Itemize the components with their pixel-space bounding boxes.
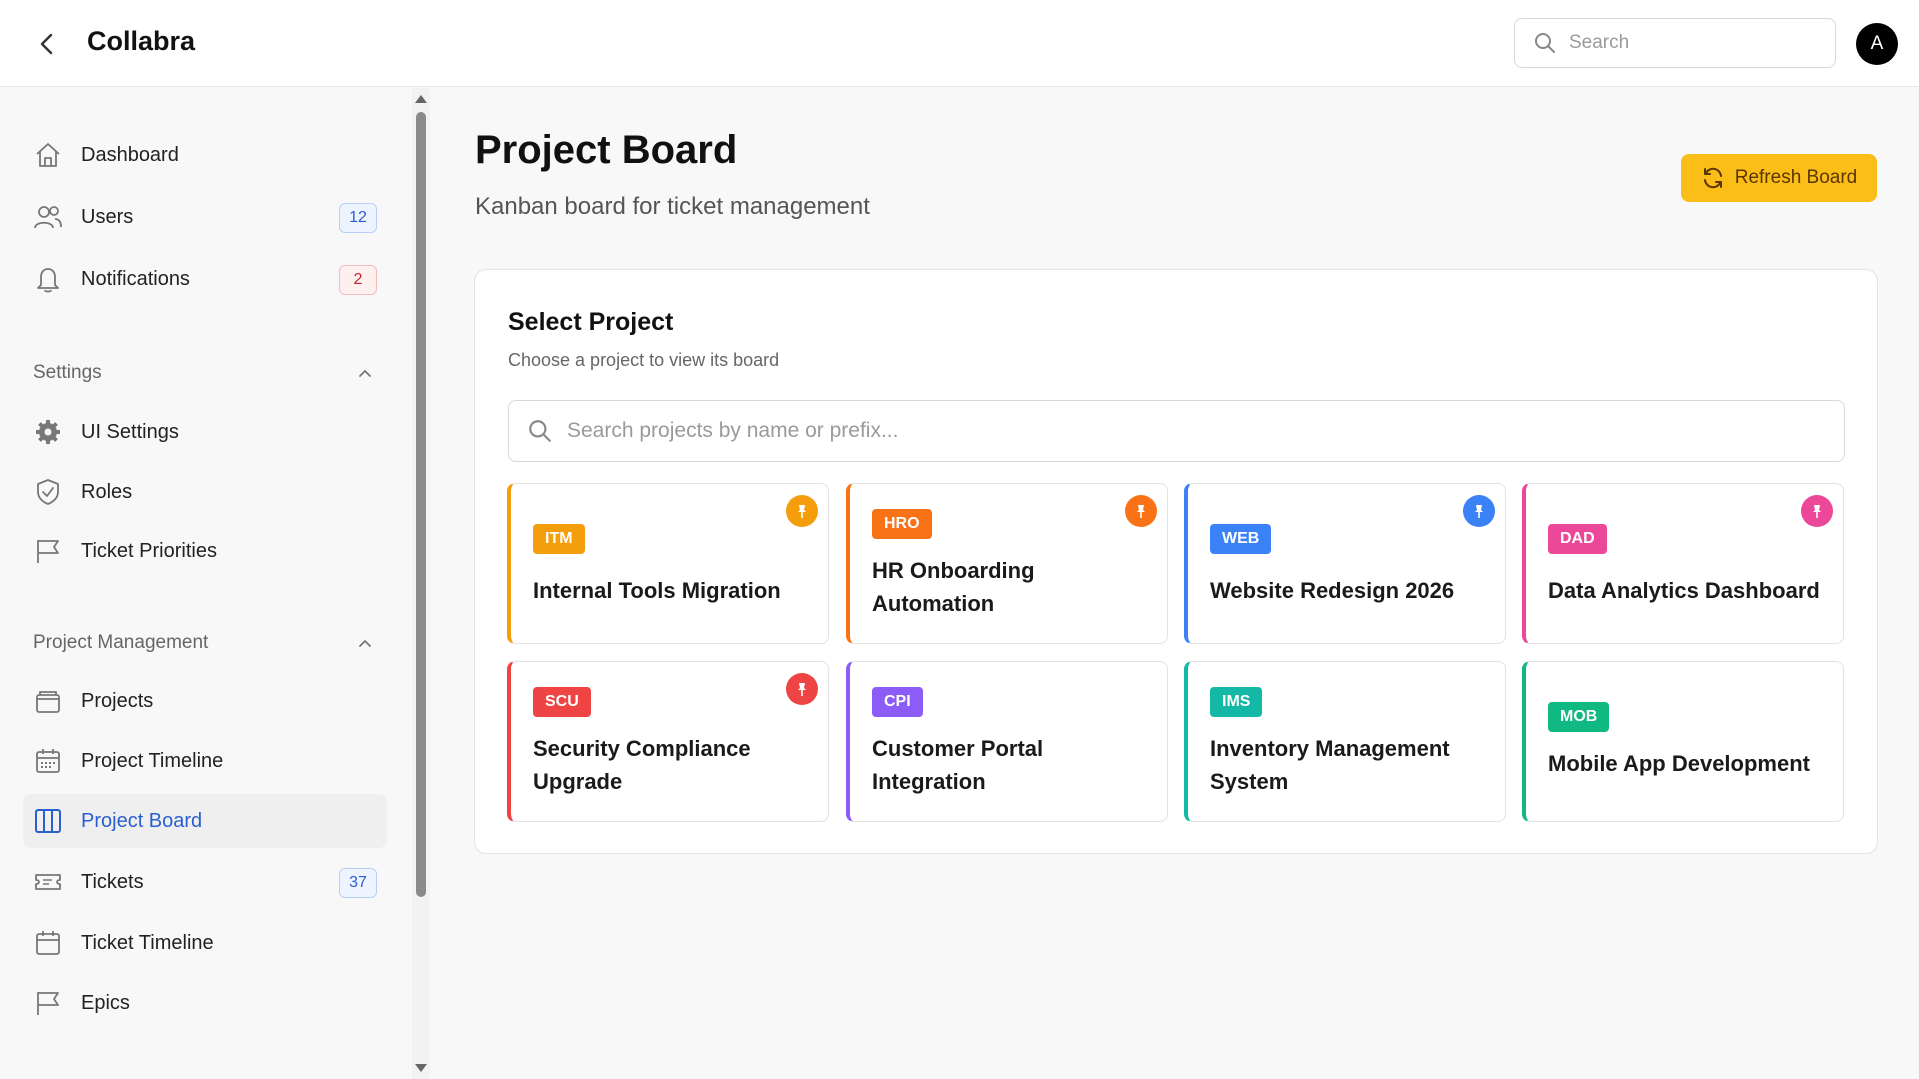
project-management-section-toggle[interactable]: Project Management: [33, 628, 373, 658]
sidebar-item-project-timeline[interactable]: Project Timeline: [23, 734, 387, 788]
project-name: Internal Tools Migration: [533, 578, 781, 603]
project-card-itm[interactable]: ITM Internal Tools Migration: [507, 483, 829, 644]
pin-icon[interactable]: [1463, 495, 1495, 527]
panel-title: Select Project: [508, 308, 674, 336]
sidebar-item-users[interactable]: Users 12: [23, 190, 387, 244]
pin-icon[interactable]: [786, 495, 818, 527]
shield-icon: [33, 477, 63, 507]
sidebar-item-ticket-timeline[interactable]: Ticket Timeline: [23, 916, 387, 970]
project-card-scu[interactable]: SCU Security Compliance Upgrade: [507, 661, 829, 822]
project-name: Inventory Management System: [1210, 736, 1450, 794]
sidebar-item-epics[interactable]: Epics: [23, 976, 387, 1030]
project-name: Customer Portal Integration: [872, 736, 1044, 794]
flag-icon: [33, 988, 63, 1018]
project-name: Security Compliance Upgrade: [533, 736, 751, 794]
project-search[interactable]: [508, 400, 1845, 462]
settings-section-toggle[interactable]: Settings: [33, 358, 373, 388]
project-name: HR Onboarding Automation: [872, 558, 1035, 616]
scroll-down-arrow-icon[interactable]: [414, 1061, 428, 1075]
sidebar-item-label: Projects: [81, 689, 154, 712]
search-icon: [1535, 33, 1555, 53]
project-search-input[interactable]: [567, 419, 1767, 443]
global-search-input[interactable]: [1569, 32, 1809, 54]
sidebar-item-label: Dashboard: [81, 143, 179, 166]
page-subtitle: Kanban board for ticket management: [475, 193, 870, 220]
sidebar-item-label: Roles: [81, 480, 133, 503]
project-prefix-badge: WEB: [1210, 524, 1272, 554]
bell-icon: [33, 264, 63, 294]
refresh-board-label: Refresh Board: [1734, 167, 1858, 188]
sidebar-item-dashboard[interactable]: Dashboard: [23, 128, 387, 182]
sidebar-item-label: Ticket Timeline: [81, 931, 214, 954]
sidebar-scrollbar[interactable]: [412, 88, 430, 1079]
sidebar-item-label: Project Timeline: [81, 749, 224, 772]
settings-section-heading: Settings: [33, 362, 102, 383]
project-card-hro[interactable]: HRO HR Onboarding Automation: [846, 483, 1168, 644]
sidebar-item-tickets[interactable]: Tickets 37: [23, 855, 387, 909]
tickets-count-badge: 37: [339, 868, 377, 898]
project-card-dad[interactable]: DAD Data Analytics Dashboard: [1522, 483, 1844, 644]
top-header: Collabra A: [0, 0, 1919, 87]
users-icon: [33, 202, 63, 232]
back-button[interactable]: [30, 27, 64, 61]
sidebar: Dashboard Users 12 Notifications 2 Setti…: [0, 88, 412, 1079]
project-prefix-badge: SCU: [533, 687, 591, 717]
chevron-left-icon: [40, 33, 53, 55]
refresh-board-button[interactable]: Refresh Board: [1681, 154, 1877, 202]
refresh-icon: [1703, 167, 1722, 189]
ticket-icon: [33, 867, 63, 897]
sidebar-item-label: Ticket Priorities: [81, 539, 217, 562]
select-project-panel: Select Project Choose a project to view …: [474, 269, 1878, 854]
project-prefix-badge: DAD: [1548, 524, 1607, 554]
calendar-icon: [33, 928, 63, 958]
project-name: Mobile App Development: [1548, 751, 1810, 776]
pin-icon[interactable]: [786, 673, 818, 705]
project-prefix-badge: ITM: [533, 524, 585, 554]
flag-icon: [33, 536, 63, 566]
sidebar-item-projects[interactable]: Projects: [23, 674, 387, 728]
project-name: Website Redesign 2026: [1210, 578, 1455, 603]
global-search[interactable]: [1514, 18, 1836, 68]
chevron-up-icon: [359, 370, 371, 377]
user-avatar[interactable]: A: [1856, 23, 1898, 65]
columns-icon: [33, 806, 63, 836]
project-name: Data Analytics Dashboard: [1548, 578, 1820, 603]
scroll-up-arrow-icon[interactable]: [414, 92, 428, 106]
folder-icon: [33, 686, 63, 716]
sidebar-item-label: Notifications: [81, 267, 190, 290]
search-icon: [529, 420, 551, 442]
home-icon: [33, 140, 63, 170]
panel-subtitle: Choose a project to view its board: [508, 350, 780, 370]
project-prefix-badge: MOB: [1548, 702, 1610, 732]
sidebar-item-label: Users: [81, 205, 134, 228]
sidebar-item-label: Tickets: [81, 870, 144, 893]
scrollbar-thumb[interactable]: [416, 112, 426, 897]
project-card-ims[interactable]: IMS Inventory Management System: [1184, 661, 1506, 822]
project-card-mob[interactable]: MOB Mobile App Development: [1522, 661, 1844, 822]
project-prefix-badge: CPI: [872, 687, 923, 717]
project-management-section-heading: Project Management: [33, 632, 209, 653]
pin-icon[interactable]: [1801, 495, 1833, 527]
sidebar-item-label: Epics: [81, 991, 130, 1014]
sidebar-item-project-board[interactable]: Project Board: [23, 794, 387, 848]
users-count-badge: 12: [339, 203, 377, 233]
gear-icon: [33, 417, 63, 447]
calendar-icon: [33, 746, 63, 776]
pin-icon[interactable]: [1125, 495, 1157, 527]
project-prefix-badge: IMS: [1210, 687, 1263, 717]
sidebar-item-ui-settings[interactable]: UI Settings: [23, 405, 387, 459]
page-title: Project Board: [475, 128, 738, 172]
chevron-up-icon: [359, 640, 371, 647]
app-title: Collabra: [87, 26, 196, 56]
sidebar-item-notifications[interactable]: Notifications 2: [23, 252, 387, 306]
sidebar-item-ticket-priorities[interactable]: Ticket Priorities: [23, 524, 387, 578]
project-prefix-badge: HRO: [872, 509, 932, 539]
notifications-count-badge: 2: [339, 265, 377, 295]
sidebar-item-label: UI Settings: [81, 420, 179, 443]
sidebar-item-roles[interactable]: Roles: [23, 465, 387, 519]
sidebar-item-label: Project Board: [81, 809, 203, 832]
project-card-cpi[interactable]: CPI Customer Portal Integration: [846, 661, 1168, 822]
project-card-web[interactable]: WEB Website Redesign 2026: [1184, 483, 1506, 644]
